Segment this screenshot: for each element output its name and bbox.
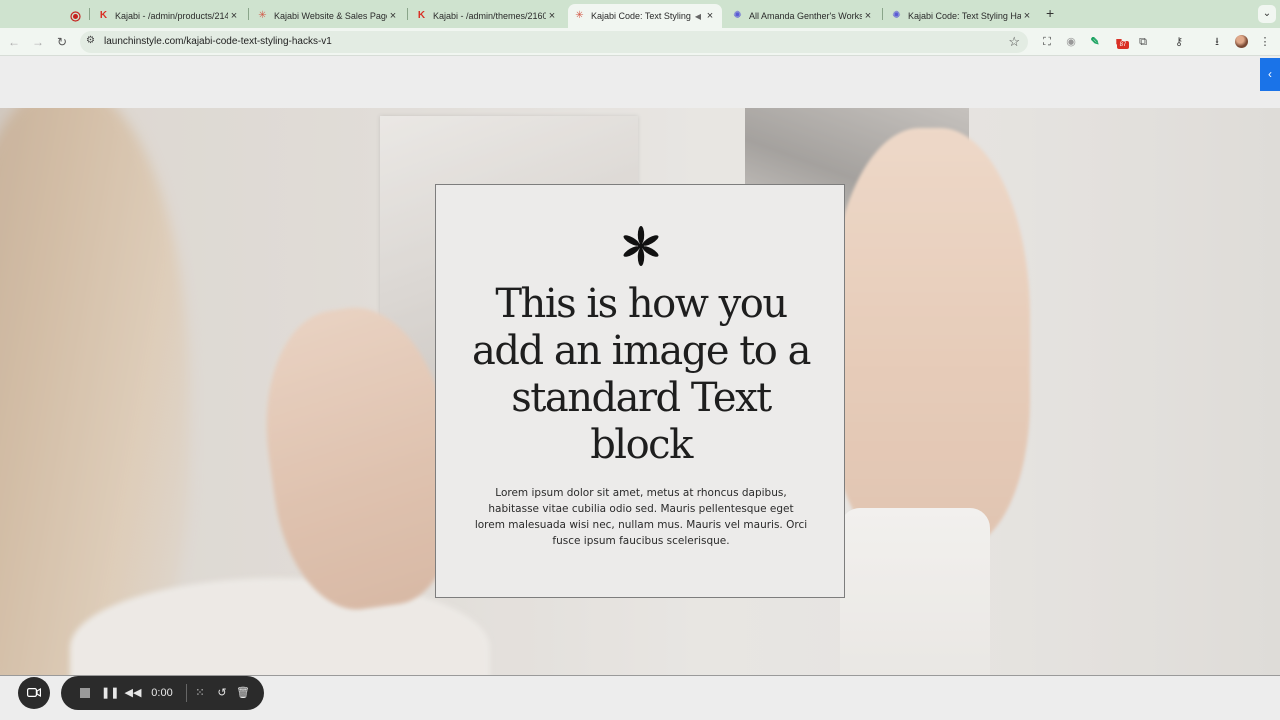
tab-kajabi-code-active[interactable]: ✳ Kajabi Code: Text Styling ◀ × [568, 4, 722, 28]
side-panel-chevron-left-icon[interactable]: ‹ [1260, 58, 1280, 91]
kajabi-icon: K [99, 10, 108, 21]
tab-kajabi-products[interactable]: K Kajabi - /admin/products/2148 × [92, 4, 246, 28]
recording-dot-icon [70, 10, 81, 22]
tab-separator [248, 8, 249, 20]
address-bar[interactable]: ⚙ launchinstyle.com/kajabi-code-text-sty… [80, 31, 1028, 53]
pause-icon[interactable]: ❚❚ [101, 685, 119, 701]
restart-icon[interactable]: ↺ [214, 685, 230, 701]
tab-kajabi-code-2[interactable]: ✺ Kajabi Code: Text Styling Ha × [885, 4, 1039, 28]
extension-badge: 87 [1117, 41, 1129, 49]
close-icon[interactable]: × [704, 10, 716, 22]
close-icon[interactable]: × [546, 10, 558, 22]
speaker-icon[interactable]: ◀ [692, 12, 704, 21]
asterisk-flower-icon [623, 226, 659, 266]
password-key-icon[interactable]: ⚷ [1171, 34, 1187, 50]
tab-label: Kajabi - /admin/themes/2160 [433, 11, 546, 21]
tab-label: Kajabi - /admin/products/2148 [115, 11, 228, 21]
tab-separator [882, 8, 883, 20]
reload-button[interactable]: ↻ [54, 34, 70, 50]
extension-green-icon[interactable]: ✎ [1087, 34, 1103, 50]
page-header-area [0, 57, 1280, 108]
trash-icon[interactable]: 🗑 [235, 685, 251, 701]
tab-recording[interactable] [64, 4, 88, 28]
close-icon[interactable]: × [1021, 10, 1033, 22]
text-block-card: This is how you add an image to a standa… [435, 184, 845, 598]
extensions-puzzle-icon[interactable]: ⧉ [1135, 34, 1151, 50]
camera-toggle-icon[interactable] [18, 677, 50, 709]
tab-kajabi-themes[interactable]: K Kajabi - /admin/themes/2160 × [410, 4, 564, 28]
card-headline: This is how you add an image to a standa… [472, 281, 811, 468]
profile-avatar[interactable] [1235, 35, 1248, 48]
workspace-icon: ✺ [733, 10, 742, 21]
menu-kebab-icon[interactable]: ⋮ [1257, 34, 1273, 50]
tab-kajabi-website[interactable]: ✳ Kajabi Website & Sales Page × [251, 4, 405, 28]
tab-search-chevron-icon[interactable]: ⌄ [1258, 5, 1276, 23]
tab-separator [407, 8, 408, 20]
tab-label: Kajabi Website & Sales Page [274, 11, 387, 21]
url-text[interactable]: launchinstyle.com/kajabi-code-text-styli… [104, 36, 332, 47]
close-icon[interactable]: × [228, 10, 240, 22]
back-button[interactable]: ← [6, 34, 22, 50]
forward-button[interactable]: → [30, 34, 46, 50]
close-icon[interactable]: × [387, 10, 399, 22]
close-icon[interactable]: × [862, 10, 874, 22]
tab-label: All Amanda Genther's Works [749, 11, 862, 21]
camera-icon[interactable]: ◉ [1063, 34, 1079, 50]
site-settings-icon[interactable]: ⚙ [86, 35, 95, 46]
bookmark-star-icon[interactable]: ☆ [1008, 34, 1020, 50]
divider [186, 684, 187, 702]
asterisk-site-icon: ✳ [575, 10, 584, 21]
browser-toolbar: ← → ↻ ⚙ launchinstyle.com/kajabi-code-te… [0, 28, 1280, 56]
tab-label: Kajabi Code: Text Styling [591, 11, 691, 21]
recording-timer: 0:00 [151, 687, 173, 699]
screenshot-icon[interactable]: ⛶ [1039, 34, 1055, 50]
download-icon[interactable]: ⭳ [1209, 34, 1225, 50]
new-tab-button[interactable]: + [1046, 5, 1054, 21]
stop-icon[interactable] [77, 685, 93, 701]
kajabi-icon: K [417, 10, 426, 21]
workspace-icon: ✺ [892, 10, 901, 21]
tab-amanda-workspace[interactable]: ✺ All Amanda Genther's Works × [726, 4, 880, 28]
tab-label: Kajabi Code: Text Styling Ha [908, 11, 1021, 21]
rewind-icon[interactable]: ◀◀ [124, 685, 142, 701]
tab-separator [89, 8, 90, 20]
grid-dots-icon[interactable]: ⁙ [192, 685, 208, 701]
asterisk-site-icon: ✳ [258, 10, 267, 21]
card-body-text: Lorem ipsum dolor sit amet, metus at rho… [474, 487, 808, 547]
